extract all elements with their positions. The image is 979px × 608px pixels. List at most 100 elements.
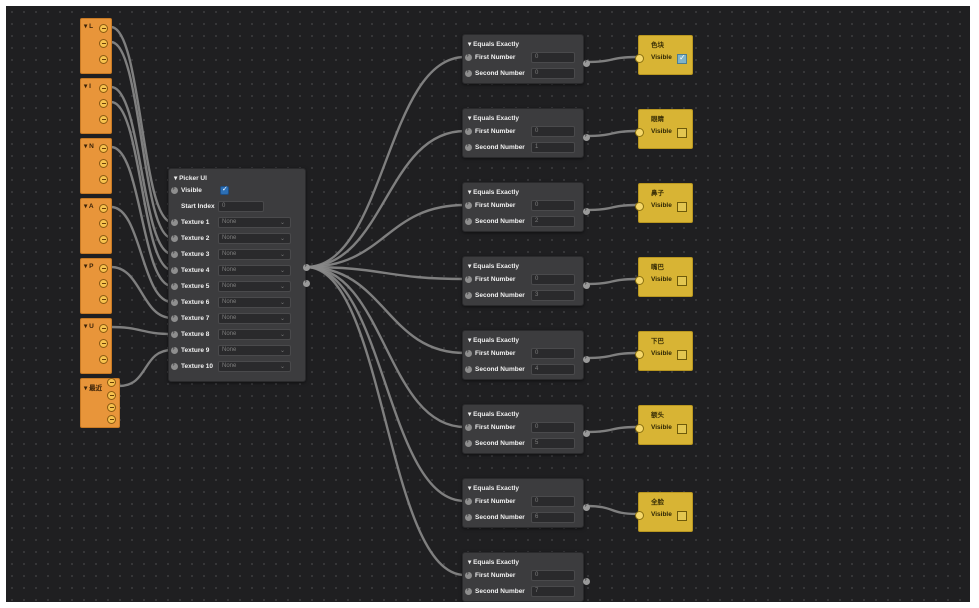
- output-port[interactable]: [107, 378, 116, 387]
- input-port[interactable]: [465, 52, 472, 61]
- visible-checkbox[interactable]: [677, 128, 687, 138]
- texture-input-wire[interactable]: [118, 348, 173, 388]
- input-port[interactable]: [465, 512, 472, 521]
- patch-node-a[interactable]: ▾ A: [80, 198, 112, 254]
- second-number-field[interactable]: 5: [531, 438, 575, 449]
- input-port[interactable]: [635, 511, 644, 520]
- texture-select[interactable]: None ⌄: [218, 297, 291, 308]
- selected-index-wire[interactable]: [305, 265, 466, 503]
- visible-node-full-face[interactable]: 全脸 Visible: [635, 492, 693, 532]
- input-port[interactable]: [465, 496, 472, 505]
- output-port[interactable]: [99, 159, 108, 168]
- equals-exactly-node[interactable]: ▾ Equals Exactly First Number 0 Second N…: [462, 552, 590, 602]
- visible-checkbox[interactable]: [677, 202, 687, 212]
- texture-select[interactable]: None ⌄: [218, 313, 291, 324]
- output-port[interactable]: [99, 175, 108, 184]
- visible-checkbox[interactable]: [677, 53, 687, 64]
- second-number-field[interactable]: 4: [531, 364, 575, 375]
- input-port[interactable]: [171, 217, 178, 226]
- input-port[interactable]: [171, 233, 178, 242]
- texture-select[interactable]: None ⌄: [218, 329, 291, 340]
- visibility-wire[interactable]: [585, 203, 639, 212]
- texture-select[interactable]: None ⌄: [218, 361, 291, 372]
- input-port[interactable]: [171, 329, 178, 338]
- equals-exactly-node[interactable]: ▾ Equals Exactly First Number 0 Second N…: [462, 404, 590, 454]
- equals-exactly-node[interactable]: ▾ Equals Exactly First Number 0 Second N…: [462, 182, 590, 232]
- visibility-wire[interactable]: [585, 351, 639, 360]
- input-port[interactable]: [465, 274, 472, 283]
- equals-exactly-node[interactable]: ▾ Equals Exactly First Number 0 Second N…: [462, 256, 590, 306]
- output-port[interactable]: [99, 115, 108, 124]
- texture-input-wire[interactable]: [110, 325, 173, 336]
- first-number-field[interactable]: 0: [531, 200, 575, 211]
- texture-input-wire[interactable]: [110, 40, 173, 240]
- input-port[interactable]: [635, 276, 644, 285]
- first-number-field[interactable]: 0: [531, 52, 575, 63]
- input-port[interactable]: [465, 438, 472, 447]
- input-port[interactable]: [465, 200, 472, 209]
- first-number-field[interactable]: 0: [531, 274, 575, 285]
- second-number-field[interactable]: 3: [531, 290, 575, 301]
- output-port[interactable]: [99, 24, 108, 33]
- patch-node-u[interactable]: ▾ U: [80, 318, 112, 374]
- input-port[interactable]: [635, 202, 644, 211]
- equals-exactly-node[interactable]: ▾ Equals Exactly First Number 0 Second N…: [462, 478, 590, 528]
- output-port[interactable]: [99, 264, 108, 273]
- visible-node-nose[interactable]: 鼻子 Visible: [635, 183, 693, 223]
- output-port[interactable]: [107, 415, 116, 424]
- output-port[interactable]: [99, 39, 108, 48]
- patch-node-l[interactable]: ▾ L: [80, 18, 112, 74]
- output-port[interactable]: [99, 219, 108, 228]
- selected-index-wire[interactable]: [305, 203, 466, 269]
- selected-index-wire[interactable]: [305, 265, 466, 429]
- second-number-field[interactable]: 6: [531, 512, 575, 523]
- first-number-field[interactable]: 0: [531, 496, 575, 507]
- first-number-field[interactable]: 0: [531, 422, 575, 433]
- output-port[interactable]: [107, 403, 116, 412]
- texture-select[interactable]: None ⌄: [218, 281, 291, 292]
- output-port[interactable]: [99, 235, 108, 244]
- input-port[interactable]: [465, 290, 472, 299]
- visibility-wire[interactable]: [585, 129, 639, 138]
- first-number-field[interactable]: 0: [531, 126, 575, 137]
- visible-checkbox[interactable]: [677, 424, 687, 434]
- input-port[interactable]: [465, 570, 472, 579]
- visible-node-forehead[interactable]: 额头 Visible: [635, 405, 693, 445]
- result-output-port[interactable]: [583, 354, 590, 363]
- texture-select[interactable]: None ⌄: [218, 345, 291, 356]
- output-port[interactable]: [99, 84, 108, 93]
- selected-index-wire[interactable]: [305, 129, 466, 269]
- picker-ui-node[interactable]: ▾ Picker UI Visible Start Index 0 Textur…: [168, 168, 310, 382]
- input-port[interactable]: [465, 348, 472, 357]
- input-port[interactable]: [635, 424, 644, 433]
- patch-node-p[interactable]: ▾ P: [80, 258, 112, 314]
- second-number-field[interactable]: 7: [531, 586, 575, 597]
- input-port[interactable]: [635, 128, 644, 137]
- input-port[interactable]: [171, 361, 178, 370]
- output-port[interactable]: [99, 279, 108, 288]
- selected-index-output-port[interactable]: [303, 262, 310, 271]
- visibility-wire[interactable]: [585, 504, 639, 516]
- result-output-port[interactable]: [583, 58, 590, 67]
- input-port[interactable]: [171, 345, 178, 354]
- visible-checkbox[interactable]: [220, 185, 229, 195]
- input-port[interactable]: [465, 68, 472, 77]
- input-port[interactable]: [465, 126, 472, 135]
- selected-index-wire[interactable]: [305, 265, 466, 355]
- texture-select[interactable]: None ⌄: [218, 217, 291, 228]
- visible-node-color-block[interactable]: 色块 Visible: [635, 35, 693, 75]
- patch-node-i[interactable]: ▾ I: [80, 78, 112, 134]
- input-port[interactable]: [171, 313, 178, 322]
- visibility-wire[interactable]: [585, 425, 639, 434]
- input-port[interactable]: [465, 586, 472, 595]
- texture-select[interactable]: None ⌄: [218, 233, 291, 244]
- equals-exactly-node[interactable]: ▾ Equals Exactly First Number 0 Second N…: [462, 34, 590, 84]
- input-port[interactable]: [171, 185, 178, 194]
- visible-checkbox[interactable]: [677, 276, 687, 286]
- visible-node-eyes[interactable]: 眼睛 Visible: [635, 109, 693, 149]
- output-port[interactable]: [99, 144, 108, 153]
- visible-node-chin[interactable]: 下巴 Visible: [635, 331, 693, 371]
- input-port[interactable]: [465, 216, 472, 225]
- input-port[interactable]: [171, 281, 178, 290]
- first-number-field[interactable]: 0: [531, 348, 575, 359]
